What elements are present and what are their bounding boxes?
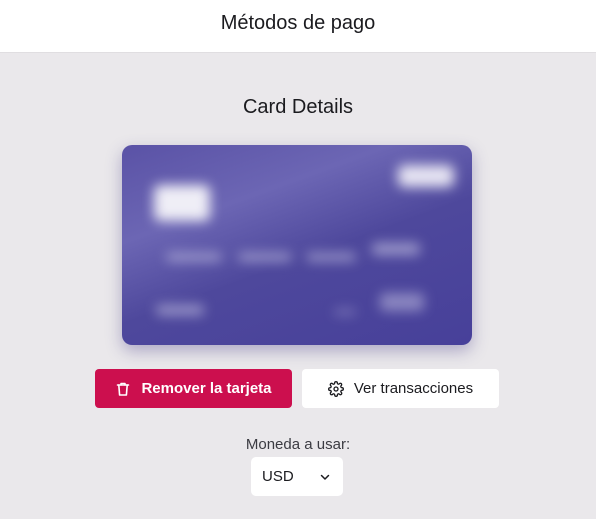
card-chip [154, 185, 210, 221]
view-transactions-label: Ver transacciones [353, 380, 474, 397]
header: Métodos de pago [0, 0, 596, 52]
card-blurred-content [122, 145, 472, 345]
currency-selected-value: USD [262, 468, 294, 485]
card-number-group [238, 253, 292, 261]
currency-label: Moneda a usar: [245, 436, 351, 453]
page-title: Métodos de pago [220, 11, 376, 34]
card-number-group [372, 243, 420, 255]
currency-select[interactable]: USD [251, 457, 343, 496]
gear-icon [327, 380, 344, 397]
card-brand-logo [398, 165, 454, 187]
card-expiry [380, 293, 424, 311]
trash-icon [115, 381, 131, 397]
credit-card [122, 145, 472, 345]
remove-card-label: Remover la tarjeta [141, 380, 272, 397]
card-number-group [306, 253, 356, 261]
remove-card-button[interactable]: Remover la tarjeta [95, 369, 292, 408]
chevron-down-icon [319, 471, 331, 483]
card-cvv [334, 309, 356, 315]
card-details-title: Card Details [242, 96, 354, 118]
card-holder-name [156, 305, 204, 315]
card-number-group [166, 253, 222, 261]
view-transactions-button[interactable]: Ver transacciones [302, 369, 499, 408]
